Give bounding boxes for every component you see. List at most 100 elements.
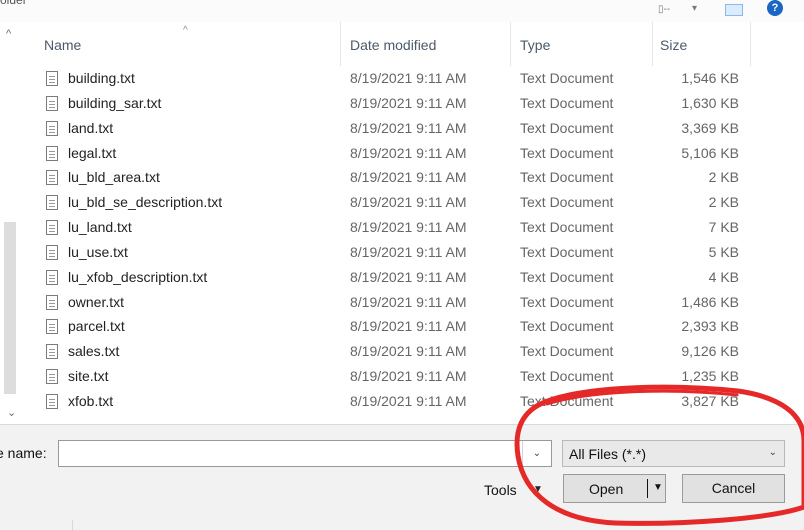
file-size: 5,106 KB [681, 144, 739, 161]
chevron-down-icon[interactable]: ▾ [692, 3, 697, 14]
tools-button[interactable]: Tools ▼ [480, 480, 555, 502]
file-size: 9,126 KB [681, 343, 739, 360]
column-header-name[interactable]: Name [44, 35, 81, 55]
navigation-scrollbar-thumb[interactable] [4, 222, 16, 394]
text-file-icon [46, 145, 58, 161]
file-size: 7 KB [708, 219, 739, 236]
file-type: Text Document [520, 169, 614, 186]
text-file-icon [46, 269, 58, 285]
file-type: Text Document [520, 144, 614, 161]
file-name: parcel.txt [68, 318, 125, 335]
open-label: Open [589, 481, 624, 497]
file-row[interactable]: lu_land.txt 8/19/2021 9:11 AM Text Docum… [24, 215, 804, 240]
file-name: land.txt [68, 119, 114, 136]
file-name-combobox[interactable]: ⌄ [58, 440, 552, 467]
view-options-icon[interactable]: ▯-- [658, 4, 690, 16]
column-header-type[interactable]: Type [520, 35, 550, 55]
text-file-icon [46, 195, 58, 211]
file-row[interactable]: land.txt 8/19/2021 9:11 AM Text Document… [24, 116, 804, 141]
file-name-input[interactable] [59, 441, 531, 464]
text-file-icon [46, 170, 58, 186]
file-date-modified: 8/19/2021 9:11 AM [350, 219, 467, 236]
file-date-modified: 8/19/2021 9:11 AM [350, 70, 467, 86]
file-row[interactable]: lu_bld_area.txt 8/19/2021 9:11 AM Text D… [24, 165, 804, 190]
file-name: lu_bld_se_description.txt [68, 194, 223, 211]
file-dialog-controls: e name: ⌄ All Files (*.*) ⌄ Tools ▼ Open… [0, 424, 804, 530]
file-type: Text Document [520, 194, 614, 211]
file-rows: building.txt 8/19/2021 9:11 AM Text Docu… [24, 66, 804, 414]
file-row[interactable]: building_sar.txt 8/19/2021 9:11 AM Text … [24, 91, 804, 116]
text-file-icon [46, 369, 58, 385]
file-date-modified: 8/19/2021 9:11 AM [350, 392, 467, 409]
file-date-modified: 8/19/2021 9:11 AM [350, 368, 467, 385]
file-name: lu_xfob_description.txt [68, 268, 208, 285]
file-row[interactable]: lu_use.txt 8/19/2021 9:11 AM Text Docume… [24, 240, 804, 265]
file-row[interactable]: lu_bld_se_description.txt 8/19/2021 9:11… [24, 190, 804, 215]
column-separator [750, 22, 751, 66]
chevron-up-icon[interactable]: ^ [6, 28, 11, 40]
file-row[interactable]: owner.txt 8/19/2021 9:11 AM Text Documen… [24, 290, 804, 315]
file-row[interactable]: sales.txt 8/19/2021 9:11 AM Text Documen… [24, 339, 804, 364]
column-header-size[interactable]: Size [660, 35, 687, 55]
column-separator [652, 22, 653, 66]
text-file-icon [46, 71, 58, 86]
file-name: lu_land.txt [68, 219, 132, 236]
file-type: Text Document [520, 94, 614, 111]
caret-down-icon[interactable]: ▼ [653, 482, 663, 493]
text-file-icon [46, 120, 58, 136]
file-size: 4 KB [708, 268, 739, 285]
file-size: 1,235 KB [681, 368, 739, 385]
file-date-modified: 8/19/2021 9:11 AM [350, 194, 467, 211]
file-row[interactable]: parcel.txt 8/19/2021 9:11 AM Text Docume… [24, 314, 804, 339]
toolbar-strip: older ▯-- ▾ ? [0, 0, 804, 23]
file-type: Text Document [520, 293, 614, 310]
file-date-modified: 8/19/2021 9:11 AM [350, 144, 467, 161]
file-size: 3,827 KB [681, 392, 739, 409]
file-type-select[interactable]: All Files (*.*) ⌄ [562, 440, 785, 467]
file-name: owner.txt [68, 293, 125, 310]
file-type: Text Document [520, 343, 614, 360]
file-type: Text Document [520, 219, 614, 236]
open-button[interactable]: Open ▼ [563, 474, 666, 503]
file-type: Text Document [520, 392, 614, 409]
file-date-modified: 8/19/2021 9:11 AM [350, 243, 467, 260]
file-name: lu_use.txt [68, 243, 128, 260]
preview-pane-icon[interactable] [725, 4, 743, 16]
chevron-down-icon[interactable]: ⌄ [7, 406, 16, 419]
cancel-button[interactable]: Cancel [682, 474, 785, 503]
file-type: Text Document [520, 70, 614, 86]
file-name-label: e name: [0, 445, 47, 461]
file-row[interactable]: lu_xfob_description.txt 8/19/2021 9:11 A… [24, 265, 804, 290]
column-header-date-modified[interactable]: Date modified [350, 35, 436, 55]
sort-ascending-icon: ^ [183, 25, 188, 36]
file-size: 2,393 KB [681, 318, 739, 335]
file-date-modified: 8/19/2021 9:11 AM [350, 318, 467, 335]
file-row[interactable]: site.txt 8/19/2021 9:11 AM Text Document… [24, 364, 804, 389]
file-name: building_sar.txt [68, 94, 162, 111]
file-list: ^ Name Date modified Type Size building.… [24, 22, 804, 424]
file-type: Text Document [520, 368, 614, 385]
file-date-modified: 8/19/2021 9:11 AM [350, 293, 467, 310]
split-button-divider [647, 479, 648, 498]
file-type-value: All Files (*.*) [569, 446, 647, 462]
file-size: 1,630 KB [681, 94, 739, 111]
file-date-modified: 8/19/2021 9:11 AM [350, 169, 467, 186]
column-separator [340, 22, 341, 66]
file-row[interactable]: building.txt 8/19/2021 9:11 AM Text Docu… [24, 66, 804, 91]
file-type: Text Document [520, 268, 614, 285]
help-icon[interactable]: ? [767, 0, 783, 16]
file-open-dialog: older ▯-- ▾ ? ^ ⌄ ^ Name Date modified T… [0, 0, 804, 530]
chevron-down-icon[interactable]: ⌄ [522, 441, 551, 466]
file-list-header: ^ Name Date modified Type Size [24, 22, 804, 66]
file-row[interactable]: xfob.txt 8/19/2021 9:11 AM Text Document… [24, 389, 804, 414]
navigation-pane[interactable]: ^ ⌄ [0, 22, 25, 424]
text-file-icon [46, 95, 58, 111]
text-file-icon [46, 319, 58, 335]
file-row[interactable]: legal.txt 8/19/2021 9:11 AM Text Documen… [24, 141, 804, 166]
text-file-icon [46, 393, 58, 409]
caret-down-icon: ▼ [533, 484, 543, 495]
file-size: 1,546 KB [681, 70, 739, 86]
file-name: building.txt [68, 70, 135, 86]
file-date-modified: 8/19/2021 9:11 AM [350, 268, 467, 285]
file-date-modified: 8/19/2021 9:11 AM [350, 343, 467, 360]
